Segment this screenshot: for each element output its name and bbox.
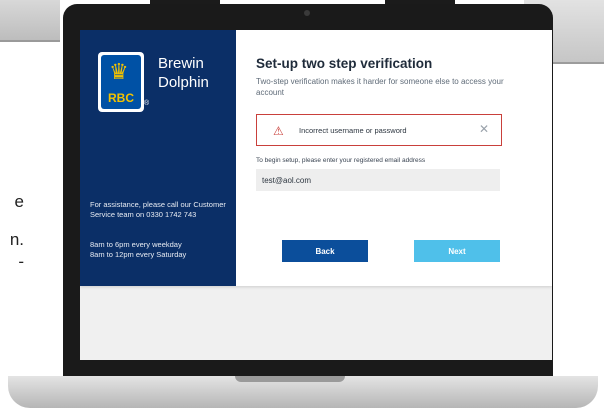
laptop-base-notch: [235, 376, 345, 382]
page-subtitle: Two-step verification makes it harder fo…: [256, 77, 504, 97]
back-button[interactable]: Back: [282, 240, 368, 262]
email-label: To begin setup, please enter your regist…: [256, 157, 426, 164]
opening-hours: 8am to 6pm every weekday 8am to 12pm eve…: [90, 240, 187, 259]
error-message: Incorrect username or password: [299, 126, 407, 135]
background-monitor-left: [0, 0, 60, 42]
lion-crest-icon: ♛: [109, 60, 129, 85]
laptop-base: [8, 376, 598, 408]
registered-mark: ®: [144, 100, 150, 107]
error-alert: ⚠ Incorrect username or password ✕: [256, 114, 502, 146]
page-title: Set-up two step verification: [256, 56, 433, 71]
next-button[interactable]: Next: [414, 240, 500, 262]
close-icon[interactable]: ✕: [479, 122, 489, 136]
verification-card: ♛ RBC ® Brewin Dolphin For assistance, p…: [80, 30, 552, 286]
laptop-screen: ♛ RBC ® Brewin Dolphin For assistance, p…: [80, 30, 552, 360]
brand-panel: ♛ RBC ® Brewin Dolphin For assistance, p…: [80, 30, 236, 286]
rbc-logo: ♛ RBC: [98, 52, 144, 112]
brand-name: Brewin Dolphin: [158, 55, 209, 91]
email-field[interactable]: [256, 169, 500, 191]
background-text-fragment: n.: [9, 230, 24, 249]
webcam-icon: [304, 10, 310, 16]
assistance-text: For assistance, please call our Customer…: [90, 200, 226, 219]
background-text-fragment: e: [14, 192, 24, 211]
logo-text: RBC: [108, 91, 134, 105]
background-text-fragment: -: [18, 252, 24, 271]
warning-icon: ⚠: [273, 124, 284, 138]
form-panel: Set-up two step verification Two-step ve…: [236, 30, 552, 286]
